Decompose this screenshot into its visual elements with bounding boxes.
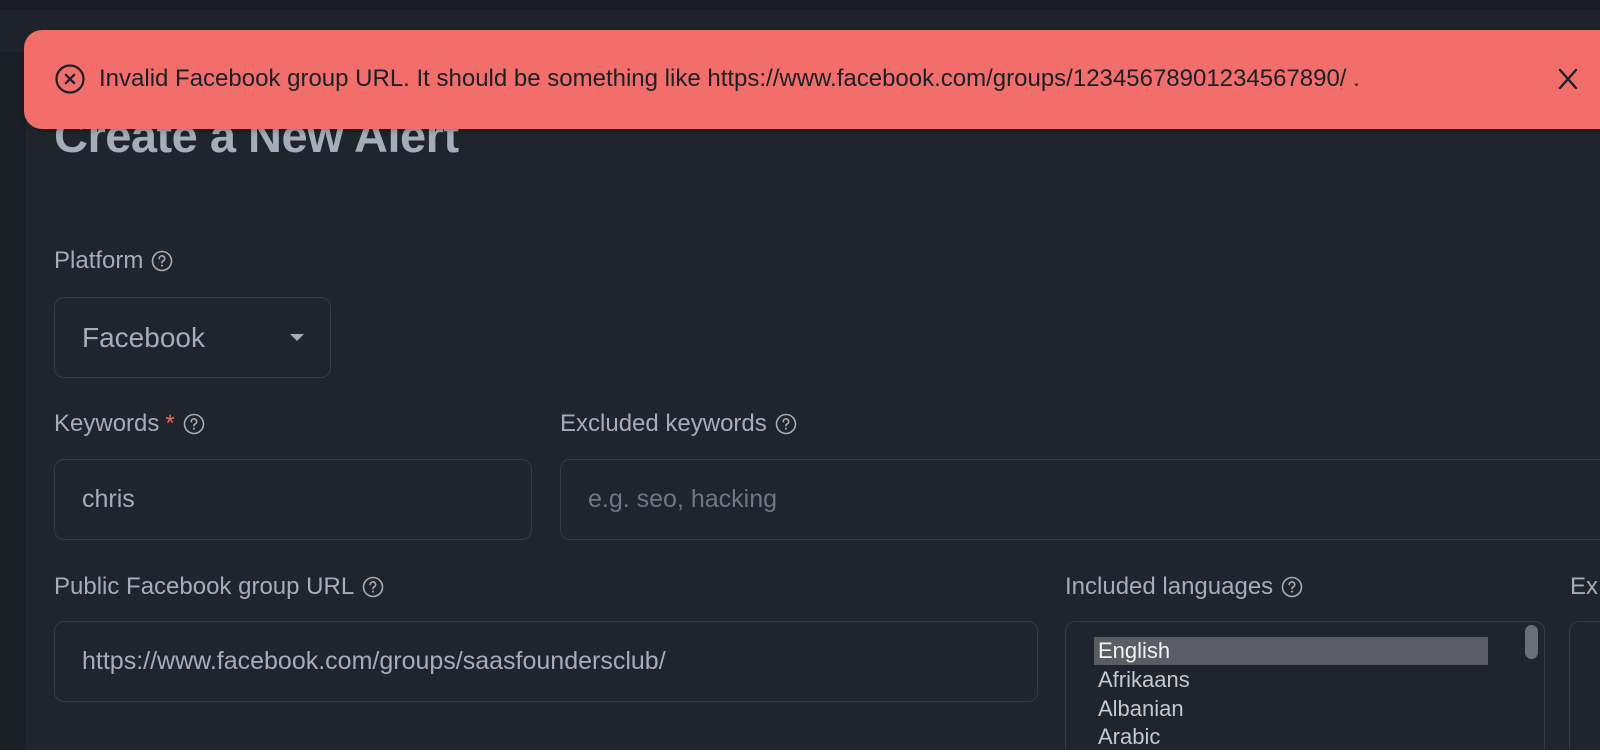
- excluded-keywords-input[interactable]: e.g. seo, hacking: [560, 459, 1600, 540]
- excluded-keywords-label-text: Excluded keywords: [560, 410, 767, 437]
- included-languages-label-text: Included languages: [1065, 573, 1274, 600]
- help-icon[interactable]: [183, 413, 205, 435]
- platform-select[interactable]: Facebook: [54, 297, 331, 378]
- help-icon[interactable]: [1281, 576, 1303, 598]
- group-url-input-value: https://www.facebook.com/groups/saasfoun…: [82, 647, 666, 675]
- keywords-input-value: chris: [82, 485, 135, 513]
- error-alert: Invalid Facebook group URL. It should be…: [24, 30, 1600, 129]
- excluded-keywords-placeholder: e.g. seo, hacking: [588, 485, 778, 513]
- included-languages-listbox[interactable]: English Afrikaans Albanian Arabic: [1065, 621, 1545, 750]
- keywords-label: Keywords *: [54, 410, 205, 438]
- excluded-keywords-label: Excluded keywords: [560, 410, 797, 438]
- sidebar-edge: [0, 52, 27, 750]
- top-bar-strip: [0, 0, 1600, 10]
- group-url-input[interactable]: https://www.facebook.com/groups/saasfoun…: [54, 621, 1038, 702]
- excluded-languages-label: Ex: [1570, 573, 1598, 601]
- help-icon[interactable]: [362, 576, 384, 598]
- keywords-label-text: Keywords: [54, 410, 160, 437]
- language-option-english[interactable]: English: [1094, 637, 1488, 665]
- required-marker: *: [165, 410, 175, 437]
- platform-label-text: Platform: [54, 247, 144, 274]
- alert-message: Invalid Facebook group URL. It should be…: [99, 65, 1360, 92]
- language-option-albanian[interactable]: Albanian: [1094, 695, 1488, 723]
- group-url-label-text: Public Facebook group URL: [54, 573, 355, 600]
- group-url-label: Public Facebook group URL: [54, 573, 384, 601]
- chevron-down-icon: [290, 334, 304, 341]
- excluded-languages-listbox[interactable]: [1569, 621, 1600, 750]
- keywords-input[interactable]: chris: [54, 459, 532, 540]
- help-icon[interactable]: [151, 250, 173, 272]
- excluded-languages-label-text: Ex: [1570, 573, 1599, 600]
- help-icon[interactable]: [775, 413, 797, 435]
- included-languages-label: Included languages: [1065, 573, 1303, 601]
- platform-select-value: Facebook: [82, 321, 205, 353]
- language-option-arabic[interactable]: Arabic: [1094, 723, 1488, 750]
- error-circle-x-icon: [55, 64, 85, 94]
- platform-label: Platform: [54, 247, 173, 275]
- close-icon[interactable]: [1556, 66, 1578, 92]
- listbox-scrollbar[interactable]: [1525, 625, 1538, 659]
- language-option-afrikaans[interactable]: Afrikaans: [1094, 666, 1488, 694]
